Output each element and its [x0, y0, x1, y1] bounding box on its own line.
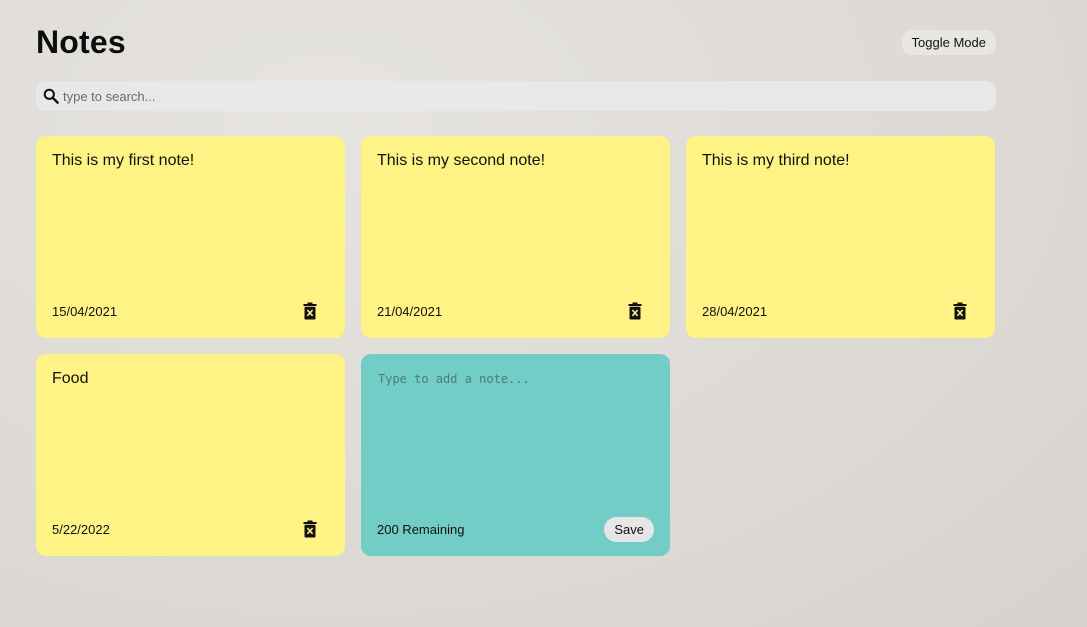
- search-icon: [42, 87, 60, 105]
- note-card: This is my second note! 21/04/2021: [361, 136, 670, 338]
- save-button[interactable]: Save: [604, 516, 654, 542]
- header: Notes Toggle Mode: [36, 22, 996, 62]
- note-footer: 21/04/2021: [377, 298, 654, 324]
- note-date: 21/04/2021: [377, 303, 443, 319]
- note-card: Food 5/22/2022: [36, 354, 345, 556]
- new-note-card: 200 Remaining Save: [361, 354, 670, 556]
- notes-list: This is my first note! 15/04/2021 This i…: [36, 136, 996, 556]
- app-container: Notes Toggle Mode This is my first note!…: [36, 22, 996, 556]
- note-date: 28/04/2021: [702, 303, 768, 319]
- note-card: This is my first note! 15/04/2021: [36, 136, 345, 338]
- note-footer: 5/22/2022: [52, 516, 329, 542]
- note-date: 15/04/2021: [52, 303, 118, 319]
- note-text: This is my first note!: [52, 152, 195, 169]
- page-title: Notes: [36, 23, 126, 60]
- note-text: This is my second note!: [377, 152, 546, 169]
- trash-icon[interactable]: [303, 302, 317, 320]
- note-text: Food: [52, 370, 89, 387]
- trash-icon[interactable]: [303, 520, 317, 538]
- trash-icon[interactable]: [628, 302, 642, 320]
- search-input[interactable]: [63, 88, 963, 104]
- remaining-characters: 200 Remaining: [377, 521, 465, 537]
- search-bar: [36, 81, 996, 111]
- trash-icon[interactable]: [953, 302, 967, 320]
- note-footer: 15/04/2021: [52, 298, 329, 324]
- new-note-input[interactable]: [377, 370, 654, 500]
- toggle-mode-button[interactable]: Toggle Mode: [901, 29, 996, 55]
- note-text: This is my third note!: [702, 152, 850, 169]
- note-footer: 28/04/2021: [702, 298, 979, 324]
- note-date: 5/22/2022: [52, 521, 110, 537]
- note-card: This is my third note! 28/04/2021: [686, 136, 995, 338]
- new-note-footer: 200 Remaining Save: [377, 516, 654, 542]
